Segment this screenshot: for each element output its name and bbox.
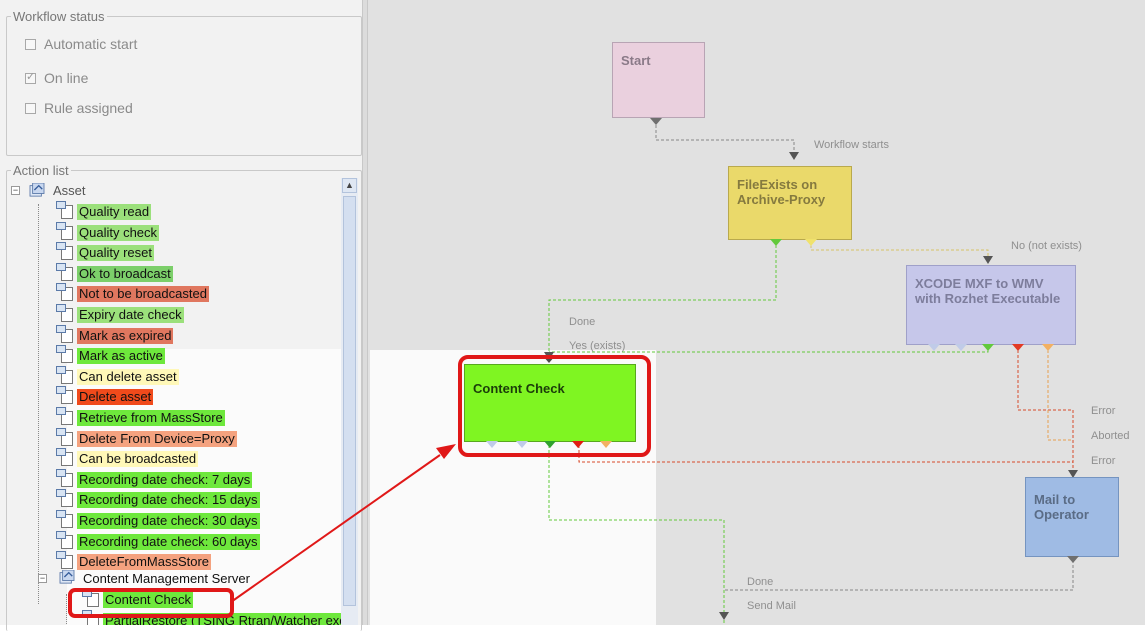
annotation-arrow-line xyxy=(230,454,441,603)
annotation-overlay xyxy=(68,355,651,618)
highlight-box-list-item xyxy=(68,588,234,618)
highlight-box-node xyxy=(458,355,651,457)
